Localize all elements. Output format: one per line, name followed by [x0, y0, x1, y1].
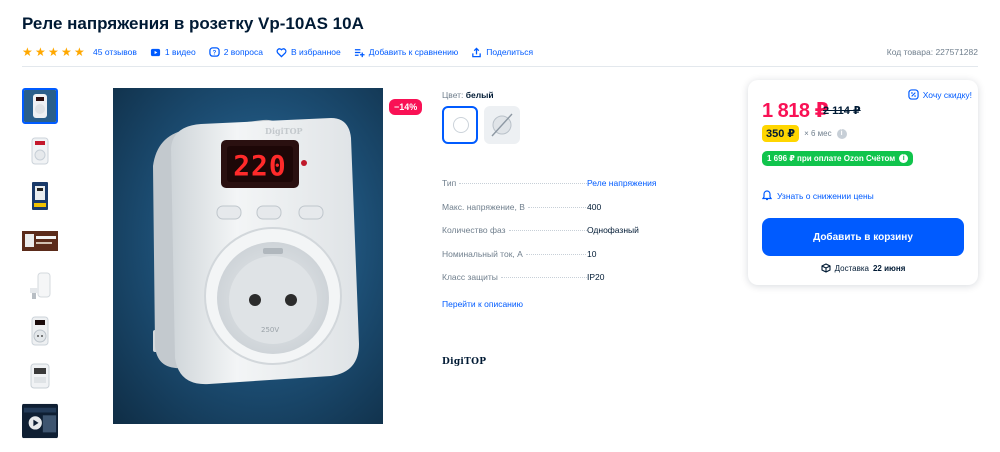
spec-name: Класс защиты [442, 272, 587, 282]
video-thumbnail-image [22, 403, 58, 439]
delivery-label: Доставка [834, 263, 869, 273]
add-to-cart-button[interactable]: Добавить в корзину [762, 218, 964, 256]
unavailable-swatch-icon [491, 113, 513, 137]
share-button[interactable]: Поделиться [471, 46, 534, 58]
svg-text:DigiTOP: DigiTOP [265, 126, 303, 136]
ozon-card-offer[interactable]: 1 696 ₽ при оплате Ozon Счётом i [762, 151, 914, 166]
notify-label: Узнать о снижении цены [777, 190, 874, 201]
header-divider [22, 66, 978, 67]
thumbnail-image [32, 182, 48, 210]
go-to-description-link[interactable]: Перейти к описанию [442, 299, 523, 309]
star-icon: ★ [35, 45, 46, 59]
thumbnail-7[interactable] [22, 358, 58, 394]
product-title: Реле напряжения в розетку Vp-10AS 10А [22, 14, 364, 33]
spec-row: Класс защиты IP20 [442, 272, 722, 296]
video-link[interactable]: 1 видео [150, 47, 196, 58]
video-icon [150, 48, 161, 56]
questions-label: 2 вопроса [223, 47, 263, 57]
spec-value: 10 [587, 248, 597, 259]
spec-value: 400 [587, 201, 602, 212]
thumbnail-image [22, 231, 58, 251]
info-icon: i [899, 154, 909, 163]
star-icon: ★ [48, 45, 59, 59]
compare-label: Добавить к сравнению [368, 47, 459, 57]
thumbnail-1[interactable] [22, 88, 58, 124]
thumbnail-4[interactable] [22, 223, 58, 259]
voltage-relay-illustration: DigiTOP 220 250V [153, 118, 359, 385]
svg-text:?: ? [212, 50, 216, 56]
spec-value: Однофазный [587, 225, 639, 235]
current-price: 1 818 ₽ [762, 100, 829, 122]
product-meta-row: ★ ★ ★ ★ ★ 45 отзывов 1 видео ? 2 вопроса… [22, 44, 978, 60]
spec-row: Количество фаз Однофазный [442, 225, 722, 249]
card-offer-label: 1 696 ₽ при оплате Ozon Счётом [767, 154, 896, 163]
box-icon [821, 263, 831, 273]
reviews-label: 45 отзывов [93, 47, 137, 57]
rating-stars[interactable]: ★ ★ ★ ★ ★ [22, 46, 86, 58]
heart-icon [276, 47, 287, 58]
thumbnail-5[interactable] [22, 268, 58, 304]
installment-row[interactable]: 350 ₽ × 6 мес i [762, 125, 847, 142]
share-icon [472, 46, 482, 57]
favorite-button[interactable]: В избранное [276, 47, 341, 58]
delivery-info: Доставка 22 июня [748, 263, 978, 273]
want-discount-label: Хочу скидку! [922, 89, 972, 100]
color-swatch-unavailable[interactable] [484, 106, 520, 144]
spec-row: Номинальный ток, А 10 [442, 249, 722, 273]
reviews-link[interactable]: 45 отзывов [93, 47, 137, 57]
video-label: 1 видео [164, 47, 196, 57]
delivery-date: 22 июня [872, 263, 906, 273]
color-value: белый [465, 90, 494, 100]
compare-button[interactable]: Добавить к сравнению [354, 47, 458, 58]
display-readout: 220 [233, 149, 287, 182]
spec-name: Тип [442, 178, 587, 188]
product-code: Код товара: 227571282 [886, 47, 978, 57]
question-icon: ? [208, 46, 220, 57]
spec-row: Макс. напряжение, В 400 [442, 202, 722, 226]
color-swatch-white[interactable] [442, 106, 478, 144]
spec-value: IP20 [587, 272, 605, 282]
old-price: 2 114 ₽ [823, 105, 861, 117]
product-main-image[interactable]: DigiTOP 220 250V [113, 88, 383, 424]
compare-icon [354, 48, 365, 57]
color-label: Цвет: белый [442, 90, 494, 100]
thumbnail-image [31, 137, 49, 165]
info-icon[interactable]: i [836, 128, 847, 139]
bell-icon [762, 190, 772, 201]
socket-rating: 250V [261, 326, 279, 334]
share-label: Поделиться [486, 47, 534, 57]
star-icon: ★ [22, 45, 33, 59]
price-drop-notify-link[interactable]: Узнать о снижении цены [762, 190, 874, 201]
color-label-text: Цвет: [442, 90, 464, 100]
installment-term: × 6 мес [804, 129, 832, 138]
spec-name: Номинальный ток, А [442, 249, 587, 259]
thumbnail-image [30, 363, 50, 389]
star-icon: ★ [74, 45, 85, 59]
spec-value-link[interactable]: Реле напряжения [587, 178, 657, 188]
want-discount-link[interactable]: Хочу скидку! [908, 89, 972, 100]
spec-name: Количество фаз [442, 225, 587, 235]
white-swatch-circle [453, 117, 469, 133]
star-icon: ★ [61, 45, 72, 59]
questions-link[interactable]: ? 2 вопроса [208, 46, 263, 58]
buy-box: Хочу скидку! 1 818 ₽ 2 114 ₽ 350 ₽ × 6 м… [748, 80, 978, 285]
thumbnail-image [24, 90, 56, 122]
favorite-label: В избранное [290, 47, 341, 57]
spec-row: Тип Реле напряжения [442, 178, 722, 202]
thumbnail-3[interactable] [22, 178, 58, 214]
thumbnail-image [31, 316, 49, 346]
spec-list: Тип Реле напряжения Макс. напряжение, В … [442, 178, 722, 296]
thumbnail-list [22, 88, 60, 448]
discount-badge: −14% [389, 99, 423, 115]
spec-name: Макс. напряжение, В [442, 202, 587, 212]
installment-price: 350 ₽ [762, 125, 800, 142]
thumbnail-image [30, 272, 51, 299]
thumbnail-video[interactable] [22, 403, 58, 439]
thumbnail-6[interactable] [22, 313, 58, 349]
brand-logo[interactable]: DigiTOP [442, 357, 486, 367]
discount-tag-icon [908, 89, 919, 100]
thumbnail-2[interactable] [22, 133, 58, 169]
